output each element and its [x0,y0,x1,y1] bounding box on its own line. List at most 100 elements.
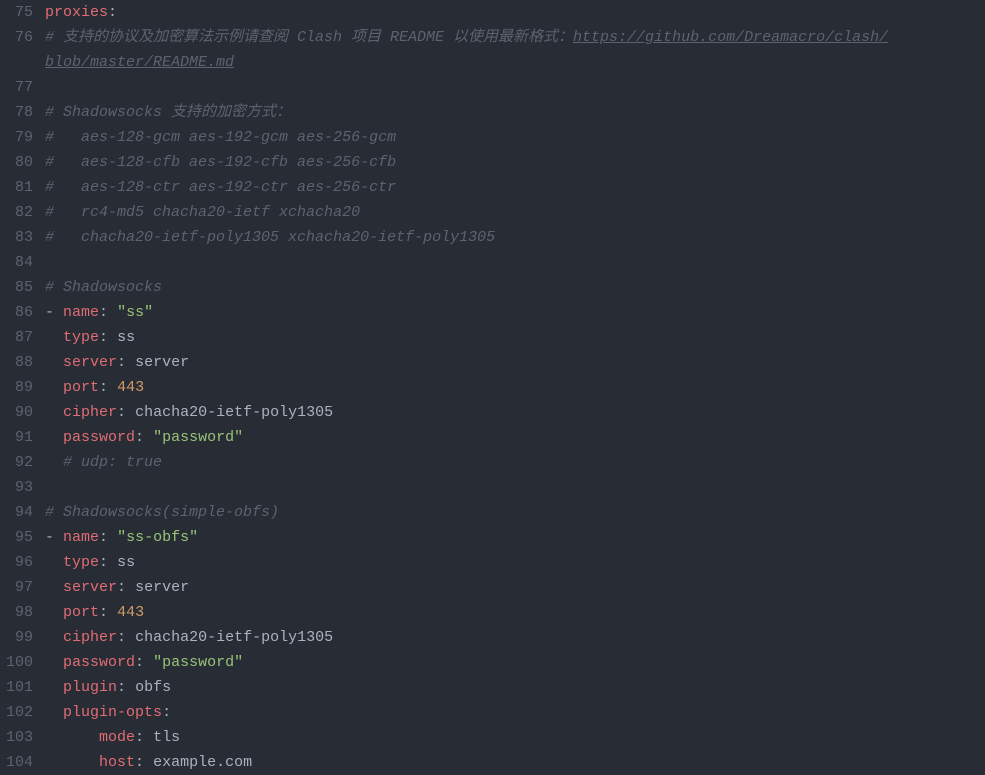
code-line[interactable]: host: example.com [45,750,977,775]
indent [45,754,99,771]
code-line[interactable]: plugin-opts: [45,700,977,725]
token: : [135,429,153,446]
token: server [63,354,117,371]
line-number: 76 [6,25,33,50]
token: chacha20-ietf-poly1305 [135,629,333,646]
token[interactable]: blob/master/README.md [45,54,234,71]
token: # udp: true [63,454,162,471]
token: example.com [153,754,252,771]
token: obfs [135,679,171,696]
token: name [63,304,99,321]
line-number: 79 [6,125,33,150]
line-number: 75 [6,0,33,25]
code-line[interactable]: cipher: chacha20-ietf-poly1305 [45,625,977,650]
line-number: 101 [6,675,33,700]
line-number: 93 [6,475,33,500]
indent [45,554,63,571]
token: password [63,429,135,446]
code-line[interactable] [45,250,977,275]
code-line[interactable] [45,75,977,100]
indent [45,679,63,696]
code-line[interactable]: type: ss [45,325,977,350]
token: "ss-obfs" [117,529,198,546]
code-line[interactable]: cipher: chacha20-ietf-poly1305 [45,400,977,425]
indent [45,329,63,346]
token: server [135,354,189,371]
token[interactable]: https://github.com/Dreamacro/clash/ [573,29,888,46]
token: - [45,529,63,546]
token: cipher [63,629,117,646]
code-line[interactable]: port: 443 [45,600,977,625]
code-line[interactable]: # Shadowsocks(simple-obfs) [45,500,977,525]
token: 443 [117,379,144,396]
code-line[interactable]: server: server [45,350,977,375]
token: : [135,754,153,771]
token: : [99,604,117,621]
code-line[interactable]: password: "password" [45,425,977,450]
line-number: 100 [6,650,33,675]
code-line[interactable]: # udp: true [45,450,977,475]
token: : [99,329,117,346]
line-number: 103 [6,725,33,750]
code-line[interactable]: - name: "ss" [45,300,977,325]
token: : [99,304,117,321]
line-number: 97 [6,575,33,600]
token: : [99,554,117,571]
token: : [135,654,153,671]
code-line[interactable]: mode: tls [45,725,977,750]
line-number: 83 [6,225,33,250]
token: "ss" [117,304,153,321]
code-line[interactable]: blob/master/README.md [45,50,977,75]
code-line[interactable]: proxies: [45,0,977,25]
code-line[interactable]: # Shadowsocks 支持的加密方式： [45,100,977,125]
token: ss [117,554,135,571]
code-line[interactable]: - name: "ss-obfs" [45,525,977,550]
indent [45,604,63,621]
indent [45,354,63,371]
code-line[interactable]: port: 443 [45,375,977,400]
code-line[interactable] [45,475,977,500]
token: : [117,679,135,696]
token: # aes-128-ctr aes-192-ctr aes-256-ctr [45,179,396,196]
token: port [63,604,99,621]
token: password [63,654,135,671]
code-editor[interactable]: 7576777879808182838485868788899091929394… [0,0,985,775]
line-number: 81 [6,175,33,200]
token: server [135,579,189,596]
code-line[interactable]: # aes-128-cfb aes-192-cfb aes-256-cfb [45,150,977,175]
token: : [117,579,135,596]
code-line[interactable]: # aes-128-gcm aes-192-gcm aes-256-gcm [45,125,977,150]
indent [45,454,63,471]
code-line[interactable]: type: ss [45,550,977,575]
code-line[interactable]: plugin: obfs [45,675,977,700]
token: "password" [153,654,243,671]
code-line[interactable]: # 支持的协议及加密算法示例请查阅 Clash 项目 README 以使用最新格… [45,25,977,50]
token: chacha20-ietf-poly1305 [135,404,333,421]
token: tls [153,729,180,746]
line-number: 104 [6,750,33,775]
token: mode [99,729,135,746]
line-number: 87 [6,325,33,350]
code-line[interactable]: # aes-128-ctr aes-192-ctr aes-256-ctr [45,175,977,200]
token: # rc4-md5 chacha20-ietf xchacha20 [45,204,360,221]
line-number-gutter: 7576777879808182838485868788899091929394… [0,0,45,775]
line-number: 92 [6,450,33,475]
line-number: 86 [6,300,33,325]
code-line[interactable]: # rc4-md5 chacha20-ietf xchacha20 [45,200,977,225]
token: port [63,379,99,396]
token: # Shadowsocks 支持的加密方式： [45,104,291,121]
token: : [135,729,153,746]
code-line[interactable]: server: server [45,575,977,600]
token: server [63,579,117,596]
line-number: 96 [6,550,33,575]
code-area[interactable]: proxies:# 支持的协议及加密算法示例请查阅 Clash 项目 READM… [45,0,985,775]
token: plugin-opts [63,704,162,721]
code-line[interactable]: password: "password" [45,650,977,675]
token: : [99,379,117,396]
code-line[interactable]: # chacha20-ietf-poly1305 xchacha20-ietf-… [45,225,977,250]
line-number: 95 [6,525,33,550]
code-line[interactable]: # Shadowsocks [45,275,977,300]
line-number: 91 [6,425,33,450]
token: plugin [63,679,117,696]
indent [45,654,63,671]
